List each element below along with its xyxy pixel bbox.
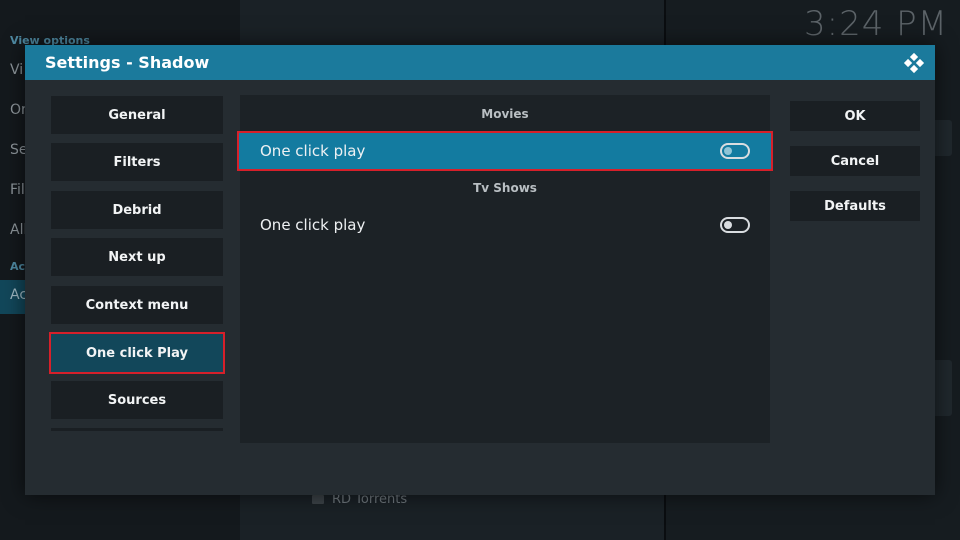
background-tile bbox=[932, 360, 952, 416]
section-header-movies: Movies bbox=[481, 107, 529, 121]
cancel-button[interactable]: Cancel bbox=[790, 146, 920, 176]
setting-label: One click play bbox=[260, 142, 366, 160]
toggle-knob bbox=[724, 147, 732, 155]
side-menu-header-actions: Ac bbox=[10, 260, 26, 273]
category-sources[interactable]: Sources bbox=[51, 381, 223, 419]
toggle-knob bbox=[724, 221, 732, 229]
dialog-title: Settings - Shadow bbox=[45, 53, 210, 72]
settings-panel: Movies One click play Tv Shows One click… bbox=[237, 95, 773, 443]
toggle-switch[interactable] bbox=[720, 143, 750, 159]
category-one-click-play[interactable]: One click Play bbox=[49, 332, 225, 374]
category-list-scroll-edge bbox=[51, 428, 223, 431]
setting-movies-one-click-play[interactable]: One click play bbox=[237, 131, 773, 171]
category-debrid[interactable]: Debrid bbox=[51, 191, 223, 229]
folder-icon bbox=[312, 495, 324, 504]
toggle-switch[interactable] bbox=[720, 217, 750, 233]
category-general[interactable]: General bbox=[51, 96, 223, 134]
dialog-title-bar: Settings - Shadow bbox=[25, 45, 935, 80]
kodi-screen: View options Vi On Se Fil All Ac Ac RD T… bbox=[0, 0, 960, 540]
side-menu-item[interactable]: Vi bbox=[10, 62, 23, 78]
background-tile bbox=[932, 120, 952, 156]
category-filters[interactable]: Filters bbox=[51, 143, 223, 181]
section-header-tv-shows: Tv Shows bbox=[473, 181, 537, 195]
clock: 3:24 PM bbox=[804, 4, 948, 44]
setting-tvshows-one-click-play[interactable]: One click play bbox=[240, 207, 770, 243]
setting-label: One click play bbox=[260, 216, 366, 234]
side-menu-item[interactable]: Fil bbox=[10, 182, 25, 198]
defaults-button[interactable]: Defaults bbox=[790, 191, 920, 221]
category-context-menu[interactable]: Context menu bbox=[51, 286, 223, 324]
kodi-logo-icon bbox=[903, 52, 925, 74]
settings-dialog: Settings - Shadow General Filters Debrid… bbox=[25, 45, 935, 495]
ok-button[interactable]: OK bbox=[790, 101, 920, 131]
category-next-up[interactable]: Next up bbox=[51, 238, 223, 276]
